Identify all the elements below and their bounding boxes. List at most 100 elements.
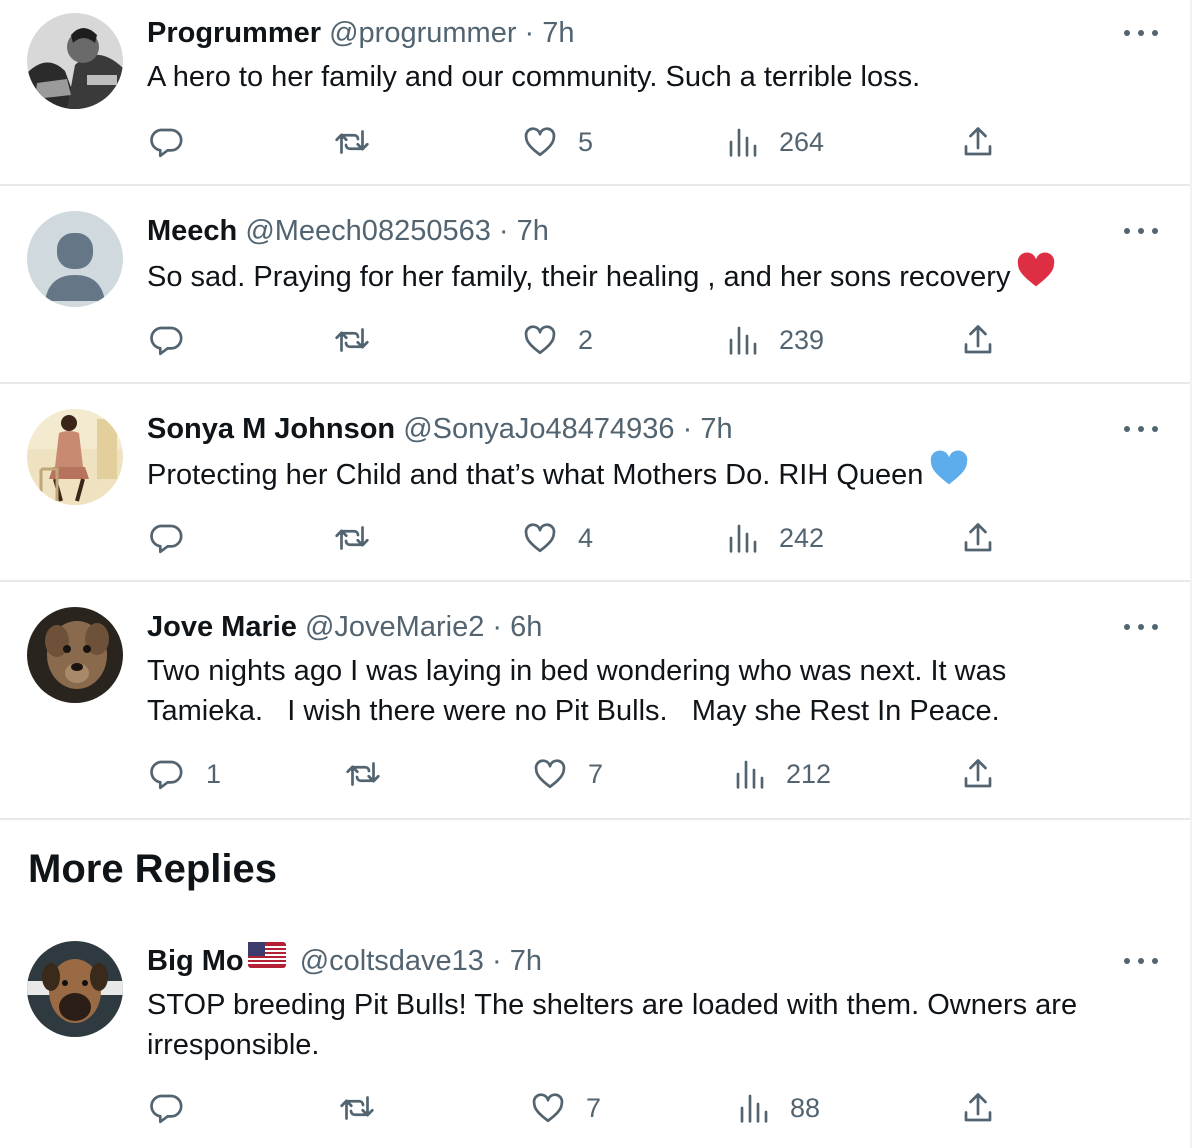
view-count: 212 [786, 758, 832, 789]
more-options-button[interactable] [1124, 26, 1158, 40]
section-heading: More Replies [28, 847, 277, 891]
retweet-icon [335, 526, 369, 550]
reply-count: 1 [206, 758, 222, 789]
like-icon [532, 1093, 564, 1123]
like-icon [524, 325, 556, 355]
reply-icon [150, 524, 183, 554]
display-name[interactable]: Big Mo [147, 945, 244, 977]
avatar[interactable] [27, 13, 123, 109]
timestamp[interactable]: 6h [510, 611, 542, 643]
like-button[interactable]: 2 [522, 320, 593, 360]
more-icon [1124, 426, 1130, 432]
more-options-button[interactable] [1124, 224, 1158, 238]
reply-icon [150, 128, 183, 158]
share-button[interactable] [960, 518, 996, 558]
default-avatar-icon [27, 211, 123, 307]
views-icon [729, 326, 757, 355]
share-button[interactable] [960, 1088, 996, 1128]
tweet-text: STOP breeding Pit Bulls! The shelters ar… [147, 989, 1078, 1061]
views-icon [736, 760, 764, 789]
more-icon [1124, 958, 1130, 964]
like-count: 5 [578, 126, 594, 157]
timestamp[interactable]: 7h [517, 215, 549, 247]
avatar[interactable] [27, 941, 123, 1037]
share-icon [964, 1093, 992, 1122]
avatar[interactable] [27, 409, 123, 505]
avatar[interactable] [27, 211, 123, 307]
like-button[interactable]: 5 [522, 122, 593, 162]
us-flag-icon [247, 942, 286, 976]
red-heart-icon [1016, 252, 1056, 299]
tweet-header: Meech @Meech08250563 · 7h [147, 214, 549, 248]
display-name[interactable]: Progrummer [147, 17, 321, 49]
share-icon [964, 127, 992, 156]
retweet-button[interactable] [333, 320, 371, 360]
share-icon [964, 325, 992, 354]
avatar[interactable] [27, 607, 123, 703]
share-button[interactable] [960, 320, 996, 360]
timestamp[interactable]: 7h [510, 945, 542, 977]
reply-tweet[interactable]: Sonya M Johnson @SonyaJo48474936 · 7h Pr… [0, 384, 1190, 581]
like-button[interactable]: 4 [522, 518, 593, 558]
display-name[interactable]: Sonya M Johnson [147, 413, 395, 445]
like-button[interactable]: 7 [530, 1088, 601, 1128]
separator: · [682, 413, 693, 445]
username[interactable]: @progrummer [329, 17, 516, 49]
reply-tweet[interactable]: Progrummer @progrummer · 7h A hero to he… [0, 0, 1190, 185]
retweet-button[interactable] [333, 122, 371, 162]
retweet-icon [335, 328, 369, 352]
avatar-image [27, 941, 123, 1037]
username[interactable]: @JoveMarie2 [305, 611, 484, 643]
view-count: 264 [779, 126, 825, 157]
display-name[interactable]: Jove Marie [147, 611, 297, 643]
reply-icon [150, 760, 183, 790]
share-icon [964, 523, 992, 552]
views-button[interactable]: 88 [738, 1088, 820, 1128]
reply-button[interactable] [148, 518, 184, 558]
like-count: 2 [578, 324, 594, 355]
more-options-button[interactable] [1124, 954, 1158, 968]
reply-tweet[interactable]: Meech @Meech08250563 · 7h So sad. Prayin… [0, 186, 1190, 383]
retweet-button[interactable] [333, 518, 371, 558]
tweet-text-content: Protecting her Child and that’s what Mot… [147, 459, 924, 492]
separator: · [492, 945, 502, 977]
more-icon [1124, 228, 1130, 234]
username[interactable]: @SonyaJo48474936 [403, 413, 674, 445]
like-count: 7 [588, 758, 604, 789]
more-options-button[interactable] [1124, 422, 1158, 436]
separator: · [492, 611, 503, 643]
timestamp[interactable]: 7h [542, 17, 574, 49]
more-options-button[interactable] [1124, 620, 1158, 634]
like-count: 4 [578, 522, 594, 553]
views-button[interactable]: 242 [727, 518, 824, 558]
reply-button[interactable] [148, 1088, 184, 1128]
reply-button[interactable]: 1 [148, 754, 221, 794]
views-button[interactable]: 212 [734, 754, 831, 794]
share-button[interactable] [960, 122, 996, 162]
tweet-text: Protecting her Child and that’s what Mot… [147, 450, 1147, 500]
views-button[interactable]: 239 [727, 320, 824, 360]
views-icon [740, 1094, 768, 1123]
reply-tweet[interactable]: Jove Marie @JoveMarie2 · 6h Two nights a… [0, 582, 1190, 818]
view-count: 239 [779, 324, 825, 355]
views-icon [729, 524, 757, 553]
timestamp[interactable]: 7h [700, 413, 732, 445]
retweet-button[interactable] [338, 1088, 376, 1128]
retweet-button[interactable] [344, 754, 382, 794]
retweet-icon [340, 1096, 374, 1120]
like-count: 7 [586, 1092, 602, 1123]
like-button[interactable]: 7 [532, 754, 603, 794]
username[interactable]: @coltsdave13 [300, 945, 484, 977]
avatar-image [27, 409, 123, 505]
reply-button[interactable] [148, 320, 184, 360]
retweet-icon [335, 130, 369, 154]
username[interactable]: @Meech08250563 [245, 215, 491, 247]
reply-button[interactable] [148, 122, 184, 162]
display-name[interactable]: Meech [147, 215, 237, 247]
share-icon [964, 759, 992, 788]
reply-tweet[interactable]: Big Mo @coltsdave13 · 7h STOP breeding P… [0, 916, 1190, 1148]
like-icon [524, 127, 556, 157]
views-button[interactable]: 264 [727, 122, 824, 162]
share-button[interactable] [960, 754, 996, 794]
like-icon [524, 523, 556, 553]
